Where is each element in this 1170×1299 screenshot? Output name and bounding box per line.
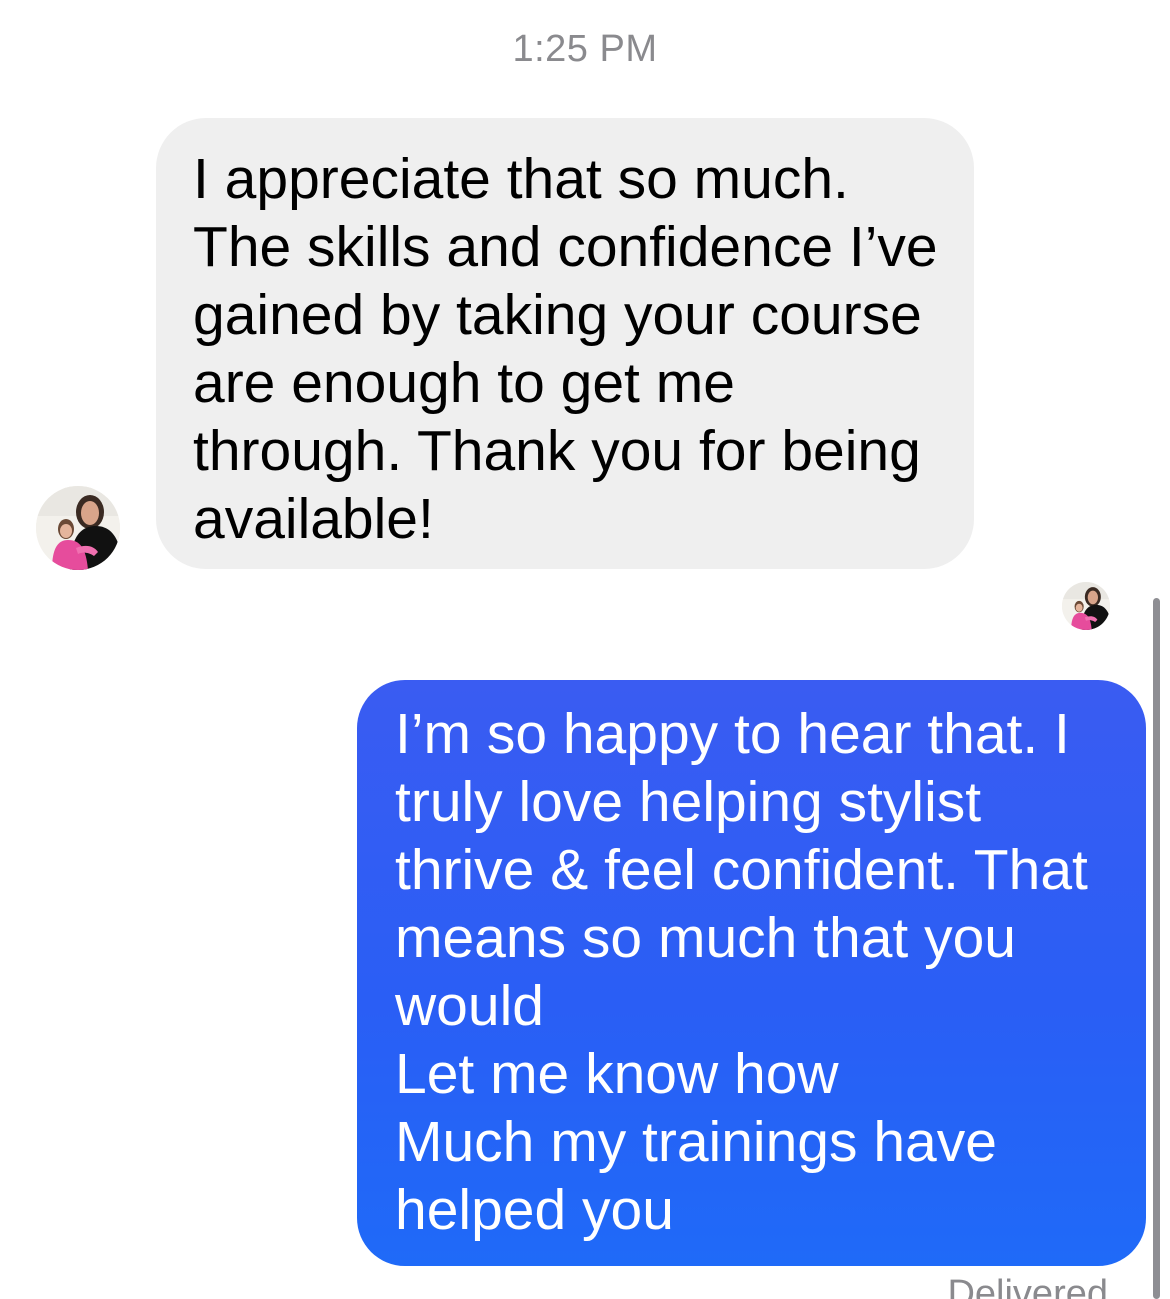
delivery-status: Delivered [947,1273,1108,1299]
read-receipt-avatar-icon [1062,582,1110,630]
incoming-message-bubble[interactable]: I appreciate that so much. The skills an… [156,118,974,569]
message-timestamp: 1:25 PM [512,28,658,70]
contact-avatar-icon[interactable] [36,486,120,570]
outgoing-message-bubble[interactable]: I’m so happy to hear that. I truly love … [357,680,1146,1266]
scrollbar[interactable] [1153,598,1160,1299]
chat-screen: 1:25 PM I appreciate that so much. The s… [0,0,1170,1299]
